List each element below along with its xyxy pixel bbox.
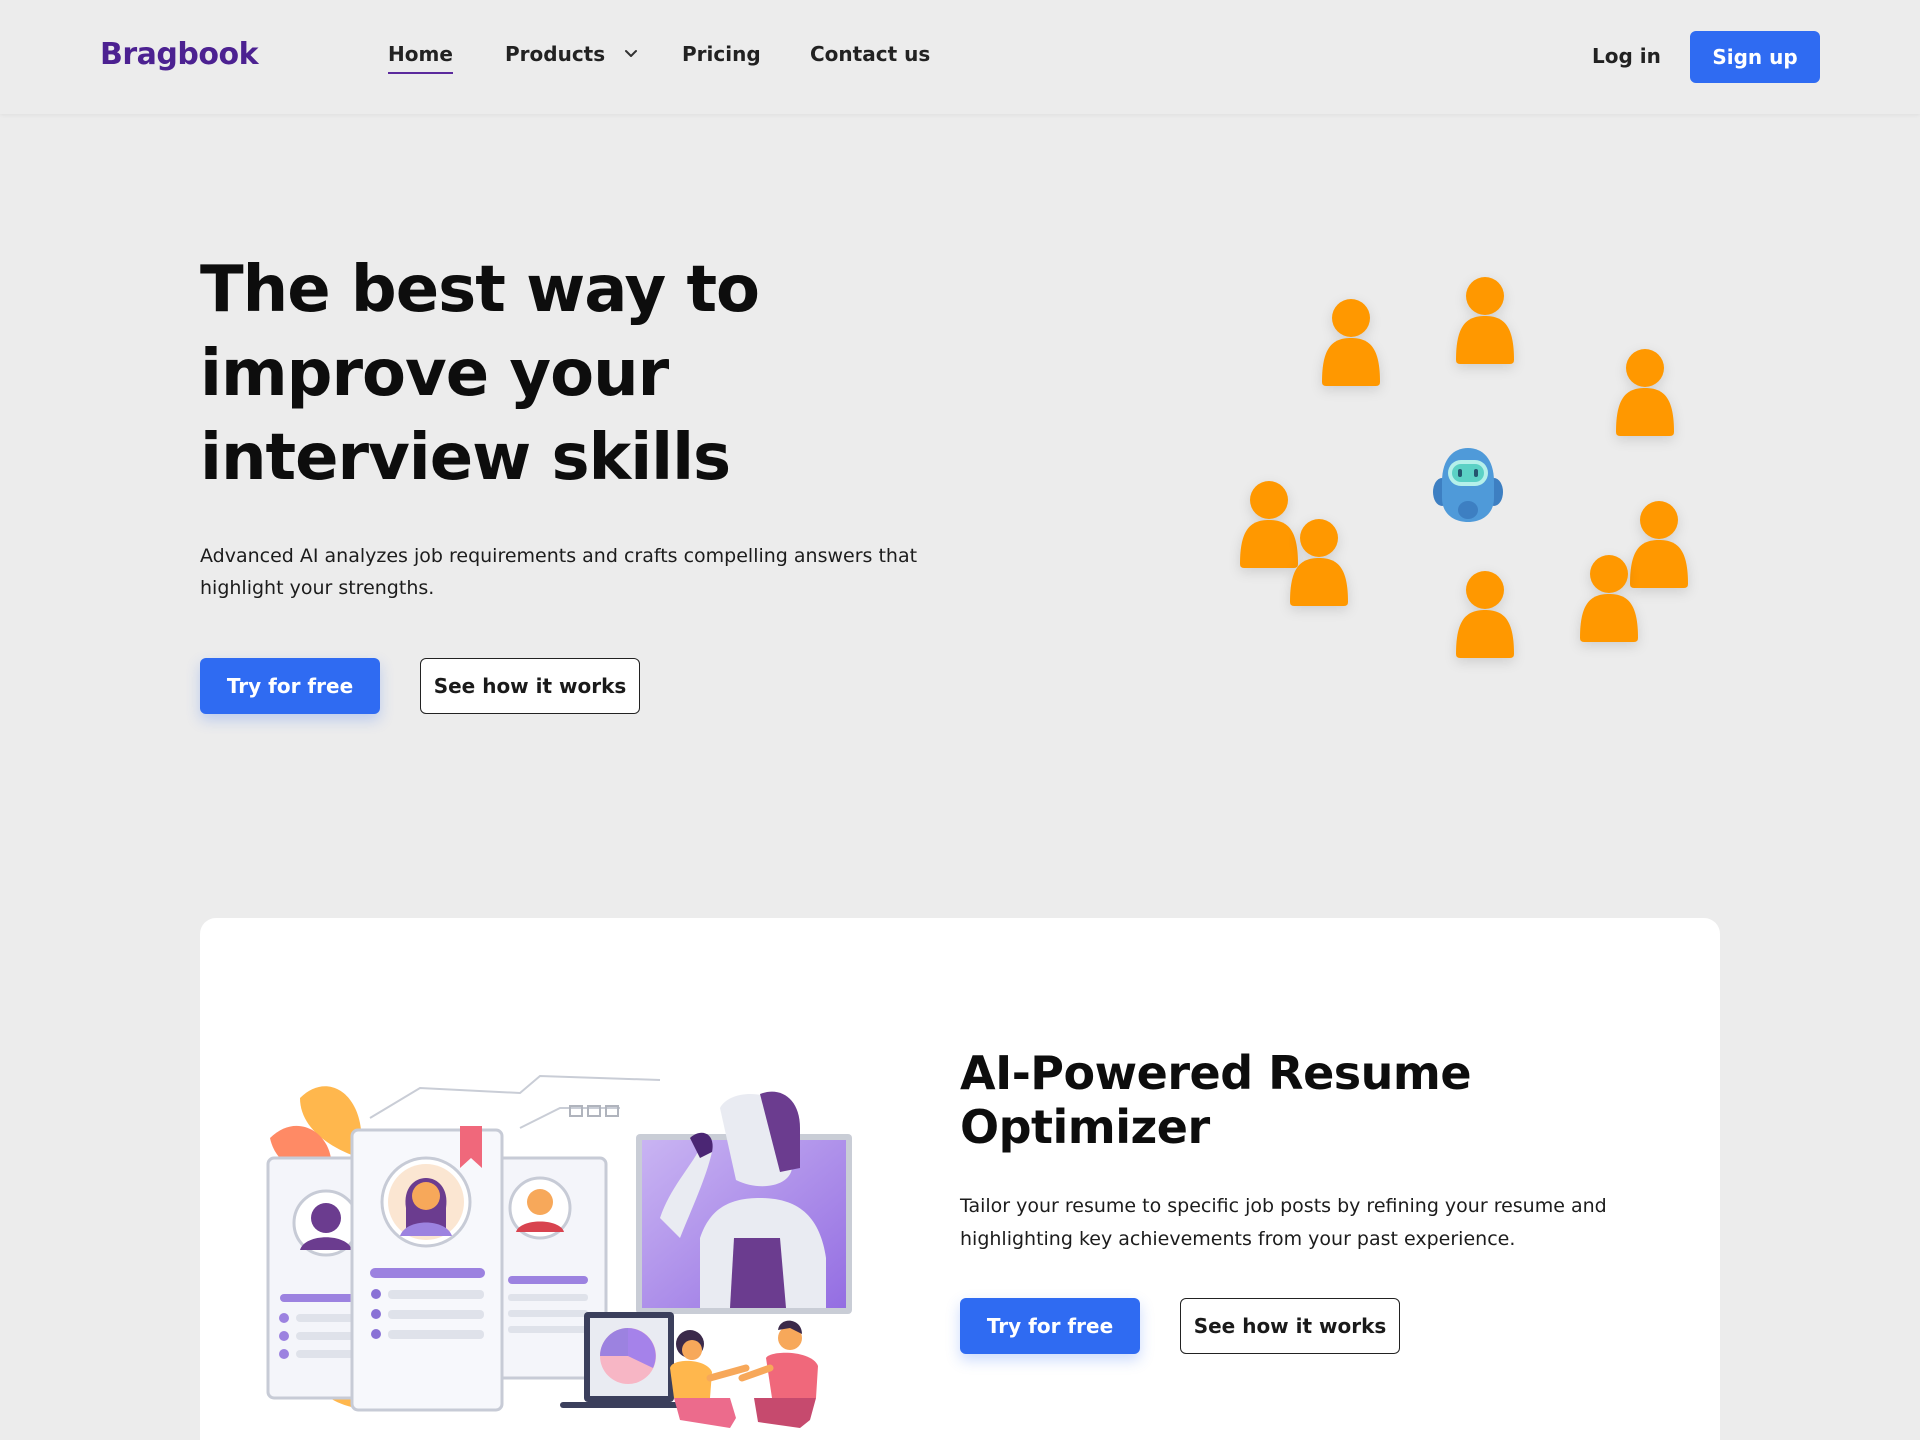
robot-icon: [1433, 448, 1503, 522]
nav-item-products[interactable]: Products: [505, 42, 638, 66]
site-header: Bragbook Home Products Pricing Contact u…: [0, 0, 1920, 114]
network-illustration: [1220, 260, 1740, 680]
hero-see-how-button[interactable]: See how it works: [420, 658, 640, 714]
login-link[interactable]: Log in: [1592, 44, 1661, 68]
brand-logo[interactable]: Bragbook: [100, 37, 259, 72]
hero-try-free-button[interactable]: Try for free: [200, 658, 380, 714]
person-icon: [1454, 276, 1516, 364]
feature-see-how-button[interactable]: See how it works: [1180, 1298, 1400, 1354]
hero-title: The best way to improve your interview s…: [200, 253, 760, 495]
nav-item-home[interactable]: Home: [388, 42, 453, 74]
feature-subtitle: Tailor your resume to specific job posts…: [960, 1195, 1607, 1250]
resume-ai-illustration: [266, 1074, 852, 1428]
resume-optimizer-card: AI-Powered Resume Optimizer Tailor your …: [200, 918, 1720, 1440]
person-icon: [1578, 554, 1640, 642]
feature-title: AI-Powered Resume Optimizer: [960, 1046, 1472, 1154]
signup-button[interactable]: Sign up: [1690, 31, 1820, 83]
person-icon: [1320, 298, 1382, 386]
person-icon: [1288, 518, 1350, 606]
person-icon: [1614, 348, 1676, 436]
feature-try-free-button[interactable]: Try for free: [960, 1298, 1140, 1354]
person-icon: [1454, 570, 1516, 658]
nav-item-products-label: Products: [505, 42, 606, 66]
nav-item-pricing[interactable]: Pricing: [682, 42, 761, 66]
hero-subtitle: Advanced AI analyzes job requirements an…: [200, 545, 918, 599]
chevron-down-icon: [625, 50, 638, 57]
nav-item-contact[interactable]: Contact us: [810, 42, 930, 66]
